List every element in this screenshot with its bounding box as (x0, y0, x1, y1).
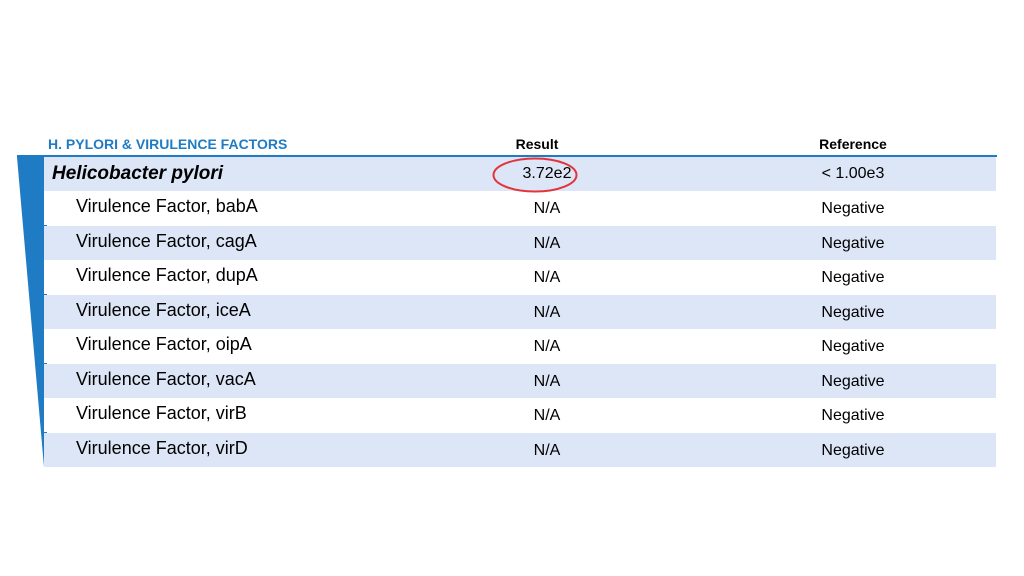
factor-result: N/A (533, 373, 561, 390)
factor-reference: Negative (821, 269, 885, 286)
organism-name: Helicobacter pylori (52, 163, 224, 184)
section-title: H. PYLORI & VIRULENCE FACTORS (48, 136, 288, 152)
lab-report-table: H. PYLORI & VIRULENCE FACTORS Result Ref… (0, 0, 1024, 576)
factor-name: Virulence Factor, dupA (76, 265, 258, 285)
table-row: Virulence Factor, oipA N/A Negative (44, 329, 996, 363)
result-column-header: Result (515, 136, 559, 152)
factor-reference: Negative (821, 304, 885, 321)
factor-name: Virulence Factor, oipA (76, 334, 252, 354)
table-row: Virulence Factor, cagA N/A Negative (44, 226, 996, 260)
organism-reference: < 1.00e3 (821, 165, 885, 182)
factor-name: Virulence Factor, vacA (76, 369, 256, 389)
reference-column-header: Reference (819, 136, 887, 152)
table-row: Virulence Factor, iceA N/A Negative (44, 295, 996, 329)
factor-reference: Negative (821, 407, 885, 424)
factor-reference: Negative (821, 338, 885, 355)
factor-name: Virulence Factor, iceA (76, 300, 251, 320)
table-row: Virulence Factor, babA N/A Negative (44, 191, 996, 225)
factor-result: N/A (533, 304, 561, 321)
factor-reference: Negative (821, 373, 885, 390)
factor-name: Virulence Factor, virB (76, 403, 247, 423)
result-highlight-circle (492, 157, 578, 193)
table-row: Virulence Factor, vacA N/A Negative (44, 364, 996, 398)
table-row: Virulence Factor, dupA N/A Negative (44, 260, 996, 294)
factor-reference: Negative (821, 235, 885, 252)
factor-result: N/A (533, 442, 561, 459)
table-row: Virulence Factor, virB N/A Negative (44, 398, 996, 432)
factor-result: N/A (533, 269, 561, 286)
factor-name: Virulence Factor, babA (76, 196, 258, 216)
factor-result: N/A (533, 235, 561, 252)
factor-result: N/A (533, 338, 561, 355)
table-row: Virulence Factor, virD N/A Negative (44, 433, 996, 467)
factor-name: Virulence Factor, cagA (76, 231, 257, 251)
factor-result: N/A (533, 200, 561, 217)
factor-name: Virulence Factor, virD (76, 438, 248, 458)
factor-result: N/A (533, 407, 561, 424)
factor-reference: Negative (821, 442, 885, 459)
section-wedge-accent (17, 157, 47, 467)
factor-reference: Negative (821, 200, 885, 217)
